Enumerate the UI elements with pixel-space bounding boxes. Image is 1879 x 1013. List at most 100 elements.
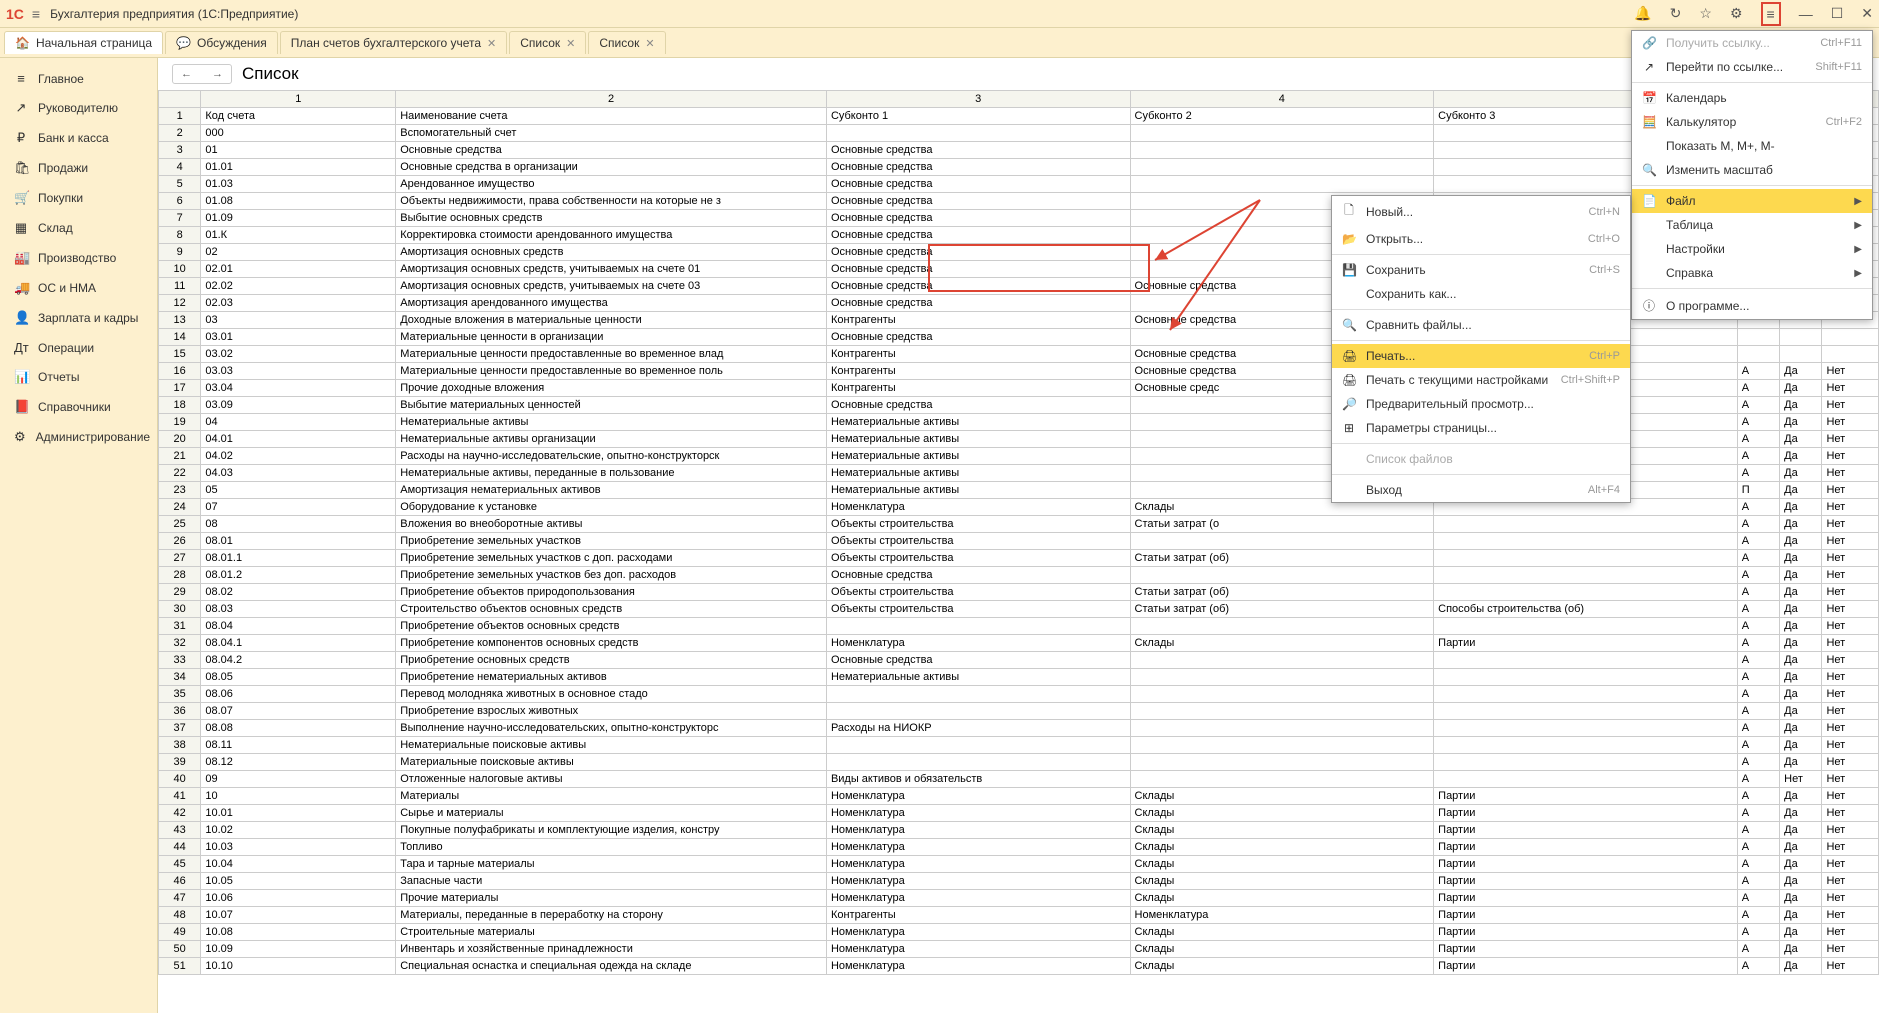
table-row[interactable]: 2808.01.2Приобретение земельных участков… (159, 567, 1879, 584)
table-row[interactable]: 301Основные средстваОсновные средства (159, 142, 1879, 159)
menu-item-9[interactable]: Таблица▶ (1632, 213, 1872, 237)
close-icon[interactable]: ✕ (566, 37, 575, 50)
close-icon[interactable]: ✕ (1861, 5, 1873, 22)
minimize-icon[interactable]: — (1799, 6, 1813, 22)
cell: Материальные поисковые активы (396, 754, 827, 771)
menu-item-10[interactable]: Настройки▶ (1632, 237, 1872, 261)
table-row[interactable]: 4910.08Строительные материалыНоменклатур… (159, 924, 1879, 941)
sidebar-item-8[interactable]: 👤Зарплата и кадры (0, 303, 157, 333)
table-row[interactable]: 2708.01.1Приобретение земельных участков… (159, 550, 1879, 567)
sidebar-item-2[interactable]: ₽Банк и касса (0, 123, 157, 153)
sidebar-item-3[interactable]: 🛍Продажи (0, 153, 157, 183)
tab-2[interactable]: План счетов бухгалтерского учета✕ (280, 31, 507, 54)
table-row[interactable]: 3808.11Нематериальные поисковые активыАД… (159, 737, 1879, 754)
table-row[interactable]: 4410.03ТопливоНоменклатураСкладыПартииАД… (159, 839, 1879, 856)
sidebar-item-1[interactable]: ↗Руководителю (0, 93, 157, 123)
tab-0[interactable]: 🏠Начальная страница (4, 31, 163, 54)
cell: Нет (1822, 890, 1879, 907)
sidebar-item-6[interactable]: 🏭Производство (0, 243, 157, 273)
menu-item-8[interactable]: 📄Файл▶ (1632, 189, 1872, 213)
cell: А (1737, 431, 1779, 448)
menu-label: Сохранить как... (1366, 287, 1620, 301)
menu-item-0[interactable]: 🔗Получить ссылку...Ctrl+F11 (1632, 31, 1872, 55)
table-row[interactable]: 5010.09Инвентарь и хозяйственные принадл… (159, 941, 1879, 958)
cell: Нет (1822, 907, 1879, 924)
cell: Нет (1822, 499, 1879, 516)
menu-item-3[interactable]: 📅Календарь (1632, 86, 1872, 110)
table-row[interactable]: 501.03Арендованное имуществоОсновные сре… (159, 176, 1879, 193)
sidebar-icon: Дт (14, 340, 28, 355)
sidebar-item-9[interactable]: ДтОперации (0, 333, 157, 362)
file-menu-item-10[interactable]: 🔎Предварительный просмотр... (1332, 392, 1630, 416)
file-menu-item-1[interactable]: 📂Открыть...Ctrl+O (1332, 227, 1630, 251)
table-row[interactable]: 3408.05Приобретение нематериальных актив… (159, 669, 1879, 686)
menu-item-6[interactable]: 🔍Изменить масштаб (1632, 158, 1872, 182)
file-menu-item-15[interactable]: ВыходAlt+F4 (1332, 478, 1630, 502)
table-row[interactable]: 4210.01Сырье и материалыНоменклатураСкла… (159, 805, 1879, 822)
menu-item-4[interactable]: 🧮КалькуляторCtrl+F2 (1632, 110, 1872, 134)
maximize-icon[interactable]: ☐ (1831, 5, 1844, 22)
menu-item-13[interactable]: ⓘО программе... (1632, 292, 1872, 319)
tab-3[interactable]: Список✕ (509, 31, 586, 54)
sidebar-item-7[interactable]: 🚚ОС и НМА (0, 273, 157, 303)
table-row[interactable]: 3708.08Выполнение научно-исследовательск… (159, 720, 1879, 737)
cell: Да (1780, 941, 1822, 958)
hamburger-icon[interactable]: ≡ (32, 6, 40, 22)
table-row[interactable]: 3108.04Приобретение объектов основных ср… (159, 618, 1879, 635)
table-row[interactable]: 4710.06Прочие материалыНоменклатураСклад… (159, 890, 1879, 907)
history-icon[interactable]: ↻ (1670, 5, 1682, 22)
table-row[interactable]: 3008.03Строительство объектов основных с… (159, 601, 1879, 618)
tab-4[interactable]: Список✕ (588, 31, 665, 54)
sidebar-item-10[interactable]: 📊Отчеты (0, 362, 157, 392)
cell: Партии (1434, 958, 1738, 975)
table-row[interactable]: 4009Отложенные налоговые активыВиды акти… (159, 771, 1879, 788)
star-icon[interactable]: ☆ (1699, 5, 1712, 22)
tab-1[interactable]: 💬Обсуждения (165, 31, 278, 54)
table-row[interactable]: 2908.02Приобретение объектов природополь… (159, 584, 1879, 601)
cell (1130, 176, 1434, 193)
cell: 32 (159, 635, 201, 652)
file-menu-item-13[interactable]: Список файлов (1332, 447, 1630, 471)
table-row[interactable]: 3208.04.1Приобретение компонентов основн… (159, 635, 1879, 652)
table-row[interactable]: 5110.10Специальная оснастка и специальна… (159, 958, 1879, 975)
menu-item-1[interactable]: ↗Перейти по ссылке...Shift+F11 (1632, 55, 1872, 79)
table-row[interactable]: 2508Вложения во внеоборотные активыОбъек… (159, 516, 1879, 533)
col-num: 3 (826, 91, 1130, 108)
table-row[interactable]: 3308.04.2Приобретение основных средствОс… (159, 652, 1879, 669)
file-menu-item-6[interactable]: 🔍Сравнить файлы... (1332, 313, 1630, 337)
file-menu-item-3[interactable]: 💾СохранитьCtrl+S (1332, 258, 1630, 282)
table-row[interactable]: 4610.05Запасные частиНоменклатураСкладыП… (159, 873, 1879, 890)
table-row[interactable]: 3608.07Приобретение взрослых животныхАДа… (159, 703, 1879, 720)
table-row[interactable]: 401.01Основные средства в организацииОсн… (159, 159, 1879, 176)
forward-button[interactable]: → (204, 65, 231, 83)
close-icon[interactable]: ✕ (487, 37, 496, 50)
file-menu-item-0[interactable]: 🗋Новый...Ctrl+N (1332, 196, 1630, 227)
file-menu-item-8[interactable]: 🖨Печать...Ctrl+P (1332, 344, 1630, 368)
table-row[interactable]: 4510.04Тара и тарные материалыНоменклату… (159, 856, 1879, 873)
table-row[interactable]: 3508.06Перевод молодняка животных в осно… (159, 686, 1879, 703)
back-button[interactable]: ← (173, 65, 200, 83)
file-menu-item-9[interactable]: 🖨Печать с текущими настройкамиCtrl+Shift… (1332, 368, 1630, 392)
sidebar-item-12[interactable]: ⚙Администрирование (0, 422, 157, 452)
sidebar-item-0[interactable]: ≡Главное (0, 64, 157, 93)
sidebar-item-11[interactable]: 📕Справочники (0, 392, 157, 422)
menu-item-11[interactable]: Справка▶ (1632, 261, 1872, 285)
table-row[interactable]: 3908.12Материальные поисковые активыАДаН… (159, 754, 1879, 771)
sidebar-item-4[interactable]: 🛒Покупки (0, 183, 157, 213)
table-row[interactable]: 4310.02Покупные полуфабрикаты и комплект… (159, 822, 1879, 839)
cell: 01.К (201, 227, 396, 244)
sidebar-item-5[interactable]: ▦Склад (0, 213, 157, 243)
bell-icon[interactable]: 🔔 (1634, 5, 1651, 22)
menu-item-5[interactable]: Показать M, M+, M- (1632, 134, 1872, 158)
cell: 08.03 (201, 601, 396, 618)
table-row[interactable]: 4810.07Материалы, переданные в переработ… (159, 907, 1879, 924)
settings-icon[interactable]: ⚙ (1730, 5, 1743, 22)
table-row[interactable]: 2000Вспомогательный счет (159, 125, 1879, 142)
table-row[interactable]: 2608.01Приобретение земельных участковОб… (159, 533, 1879, 550)
file-menu-item-4[interactable]: Сохранить как... (1332, 282, 1630, 306)
menu-icon[interactable]: ≡ (1761, 2, 1781, 26)
table-row[interactable]: 4110МатериалыНоменклатураСкладыПартииАДа… (159, 788, 1879, 805)
file-menu-item-11[interactable]: ⊞Параметры страницы... (1332, 416, 1630, 440)
close-icon[interactable]: ✕ (645, 37, 654, 50)
cell: А (1737, 822, 1779, 839)
